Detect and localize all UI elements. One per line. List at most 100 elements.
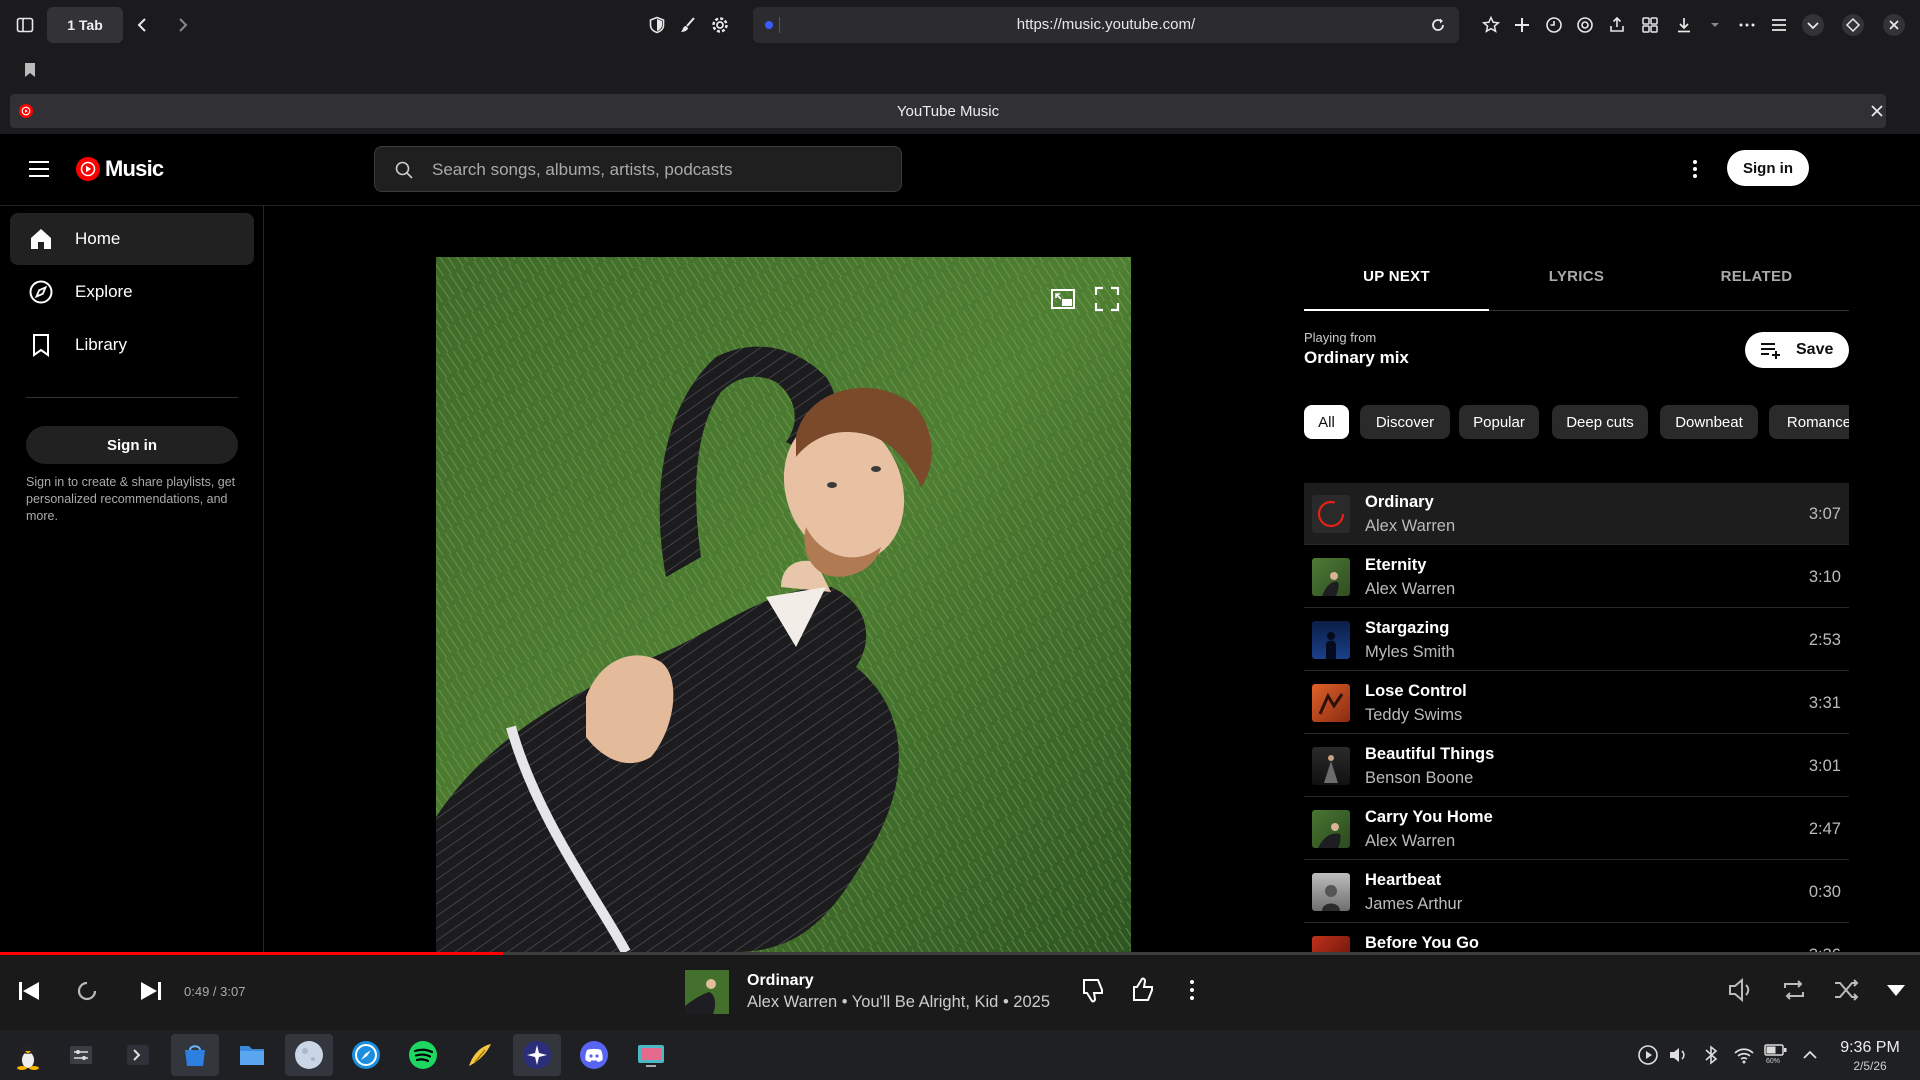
chevron-down-icon[interactable] xyxy=(1799,11,1827,39)
web-browser-icon[interactable] xyxy=(342,1034,390,1076)
expand-player-icon[interactable] xyxy=(1880,974,1912,1006)
sidebar-toggle-icon[interactable] xyxy=(11,11,39,39)
dislike-icon[interactable] xyxy=(1078,974,1110,1006)
queue-row-eternity[interactable]: Eternity Alex Warren 3:10 xyxy=(1304,546,1849,608)
chip-deep-cuts[interactable]: Deep cuts xyxy=(1552,405,1648,439)
file-manager-icon[interactable] xyxy=(228,1034,276,1076)
bluetooth-tray-icon[interactable] xyxy=(1699,1043,1723,1067)
sidebar-sign-in-button[interactable]: Sign in xyxy=(26,426,238,464)
media-play-tray-icon[interactable] xyxy=(1636,1043,1660,1067)
track-artist[interactable]: Benson Boone xyxy=(1365,769,1473,788)
track-duration: 2:53 xyxy=(1808,631,1841,649)
track-artist[interactable]: Alex Warren xyxy=(1365,580,1455,599)
chip-discover[interactable]: Discover xyxy=(1360,405,1450,439)
spotify-icon[interactable] xyxy=(399,1034,447,1076)
track-artist[interactable]: Myles Smith xyxy=(1365,643,1455,662)
tab-lyrics[interactable]: LYRICS xyxy=(1484,268,1669,298)
history-icon[interactable] xyxy=(1540,11,1568,39)
forward-icon[interactable] xyxy=(168,11,196,39)
bookmark-icon[interactable] xyxy=(16,56,44,84)
reload-icon[interactable] xyxy=(1424,11,1452,39)
now-playing-thumbnail[interactable] xyxy=(685,970,729,1014)
download-icon[interactable] xyxy=(1670,11,1698,39)
chip-popular[interactable]: Popular xyxy=(1459,405,1539,439)
search-box[interactable]: Search songs, albums, artists, podcasts xyxy=(374,146,902,192)
queue-row-beautiful-things[interactable]: Beautiful Things Benson Boone 3:01 xyxy=(1304,735,1849,797)
queue-row-heartbeat[interactable]: Heartbeat James Arthur 0:30 xyxy=(1304,861,1849,923)
logo-text: Music xyxy=(105,156,164,181)
bookmark-star-icon[interactable] xyxy=(1477,11,1505,39)
wifi-tray-icon[interactable] xyxy=(1732,1043,1756,1067)
terminal-icon[interactable] xyxy=(114,1034,162,1076)
panel-close-icon[interactable] xyxy=(1863,97,1891,125)
chip-all[interactable]: All xyxy=(1304,405,1349,439)
clock-date[interactable]: 2/5/26 xyxy=(1830,1059,1910,1073)
back-icon[interactable] xyxy=(129,11,157,39)
track-artist[interactable]: Alex Warren xyxy=(1365,832,1455,851)
address-bar[interactable]: https://music.youtube.com/ xyxy=(753,7,1459,43)
like-icon[interactable] xyxy=(1128,974,1160,1006)
discord-icon[interactable] xyxy=(570,1034,618,1076)
now-playing-artwork[interactable] xyxy=(436,257,1131,952)
queue-row-stargazing[interactable]: Stargazing Myles Smith 2:53 xyxy=(1304,609,1849,671)
new-tab-plus-icon[interactable] xyxy=(1508,11,1536,39)
chip-romance[interactable]: Romance xyxy=(1769,405,1849,439)
tab-related[interactable]: RELATED xyxy=(1664,268,1849,298)
tab-count-button[interactable]: 1 Tab xyxy=(47,7,123,43)
fullscreen-icon[interactable] xyxy=(1091,283,1123,315)
now-playing-title[interactable]: Ordinary xyxy=(747,972,814,990)
more-vertical-icon[interactable] xyxy=(1683,157,1707,181)
track-artist[interactable]: Alex Warren xyxy=(1365,517,1455,536)
brush-icon[interactable] xyxy=(674,11,702,39)
volume-tray-icon[interactable] xyxy=(1666,1043,1690,1067)
queue-row-lose-control[interactable]: Lose Control Teddy Swims 3:31 xyxy=(1304,672,1849,734)
queue-row-before-you-go[interactable]: Before You Go 3:36 xyxy=(1304,924,1849,954)
previous-track-icon[interactable] xyxy=(13,975,45,1007)
system-settings-icon[interactable] xyxy=(57,1034,105,1076)
clock-time[interactable]: 9:36 PM xyxy=(1830,1039,1910,1057)
track-artist[interactable]: Teddy Swims xyxy=(1365,706,1462,725)
save-playlist-button[interactable]: Save xyxy=(1745,332,1849,368)
chip-downbeat[interactable]: Downbeat xyxy=(1660,405,1758,439)
miniplayer-icon[interactable] xyxy=(1047,283,1079,315)
sidebar-item-home[interactable]: Home xyxy=(10,213,254,265)
next-track-icon[interactable] xyxy=(135,975,167,1007)
window-close-icon[interactable] xyxy=(1880,11,1908,39)
volume-icon[interactable] xyxy=(1725,974,1757,1006)
app-store-icon[interactable] xyxy=(171,1034,219,1076)
now-playing-subtitle[interactable]: Alex Warren • You'll Be Alright, Kid • 2… xyxy=(747,993,1050,1012)
youtube-music-logo[interactable]: Music xyxy=(75,156,164,182)
shuffle-icon[interactable] xyxy=(1830,974,1862,1006)
more-horizontal-icon[interactable] xyxy=(1733,11,1761,39)
queue-row-ordinary[interactable]: Ordinary Alex Warren 3:07 xyxy=(1304,483,1849,545)
download-dropdown-icon[interactable] xyxy=(1701,11,1729,39)
bird-app-icon[interactable] xyxy=(456,1034,504,1076)
screenshot-tool-icon[interactable] xyxy=(627,1034,675,1076)
shield-icon[interactable] xyxy=(643,11,671,39)
tray-expand-icon[interactable] xyxy=(1798,1043,1822,1067)
track-artist[interactable]: James Arthur xyxy=(1365,895,1462,914)
repeat-icon[interactable] xyxy=(1778,974,1810,1006)
loading-spinner-icon[interactable] xyxy=(71,975,103,1007)
progress-bar[interactable] xyxy=(0,952,1920,955)
url-text[interactable]: https://music.youtube.com/ xyxy=(753,16,1459,33)
moon-app-icon[interactable] xyxy=(285,1034,333,1076)
playing-from-name[interactable]: Ordinary mix xyxy=(1304,348,1409,368)
settings-gear-icon[interactable] xyxy=(706,11,734,39)
diamond-icon[interactable] xyxy=(1839,11,1867,39)
sidebar-item-explore[interactable]: Explore xyxy=(10,266,254,318)
more-options-icon[interactable] xyxy=(1176,974,1208,1006)
header-sign-in-button[interactable]: Sign in xyxy=(1727,150,1809,186)
queue-row-carry-you-home[interactable]: Carry You Home Alex Warren 2:47 xyxy=(1304,798,1849,860)
reader-icon[interactable] xyxy=(1571,11,1599,39)
sidebar-item-library[interactable]: Library xyxy=(10,319,254,371)
tab-up-next[interactable]: UP NEXT xyxy=(1304,268,1489,298)
battery-tray-icon[interactable]: 60% xyxy=(1763,1043,1793,1067)
main-menu-icon[interactable] xyxy=(26,156,52,182)
search-input[interactable]: Search songs, albums, artists, podcasts xyxy=(432,160,732,180)
compass-star-app-icon[interactable] xyxy=(513,1034,561,1076)
start-menu-tux-icon[interactable] xyxy=(4,1034,52,1076)
extensions-grid-icon[interactable] xyxy=(1636,11,1664,39)
share-icon[interactable] xyxy=(1603,11,1631,39)
menu-hamburger-icon[interactable] xyxy=(1765,11,1793,39)
